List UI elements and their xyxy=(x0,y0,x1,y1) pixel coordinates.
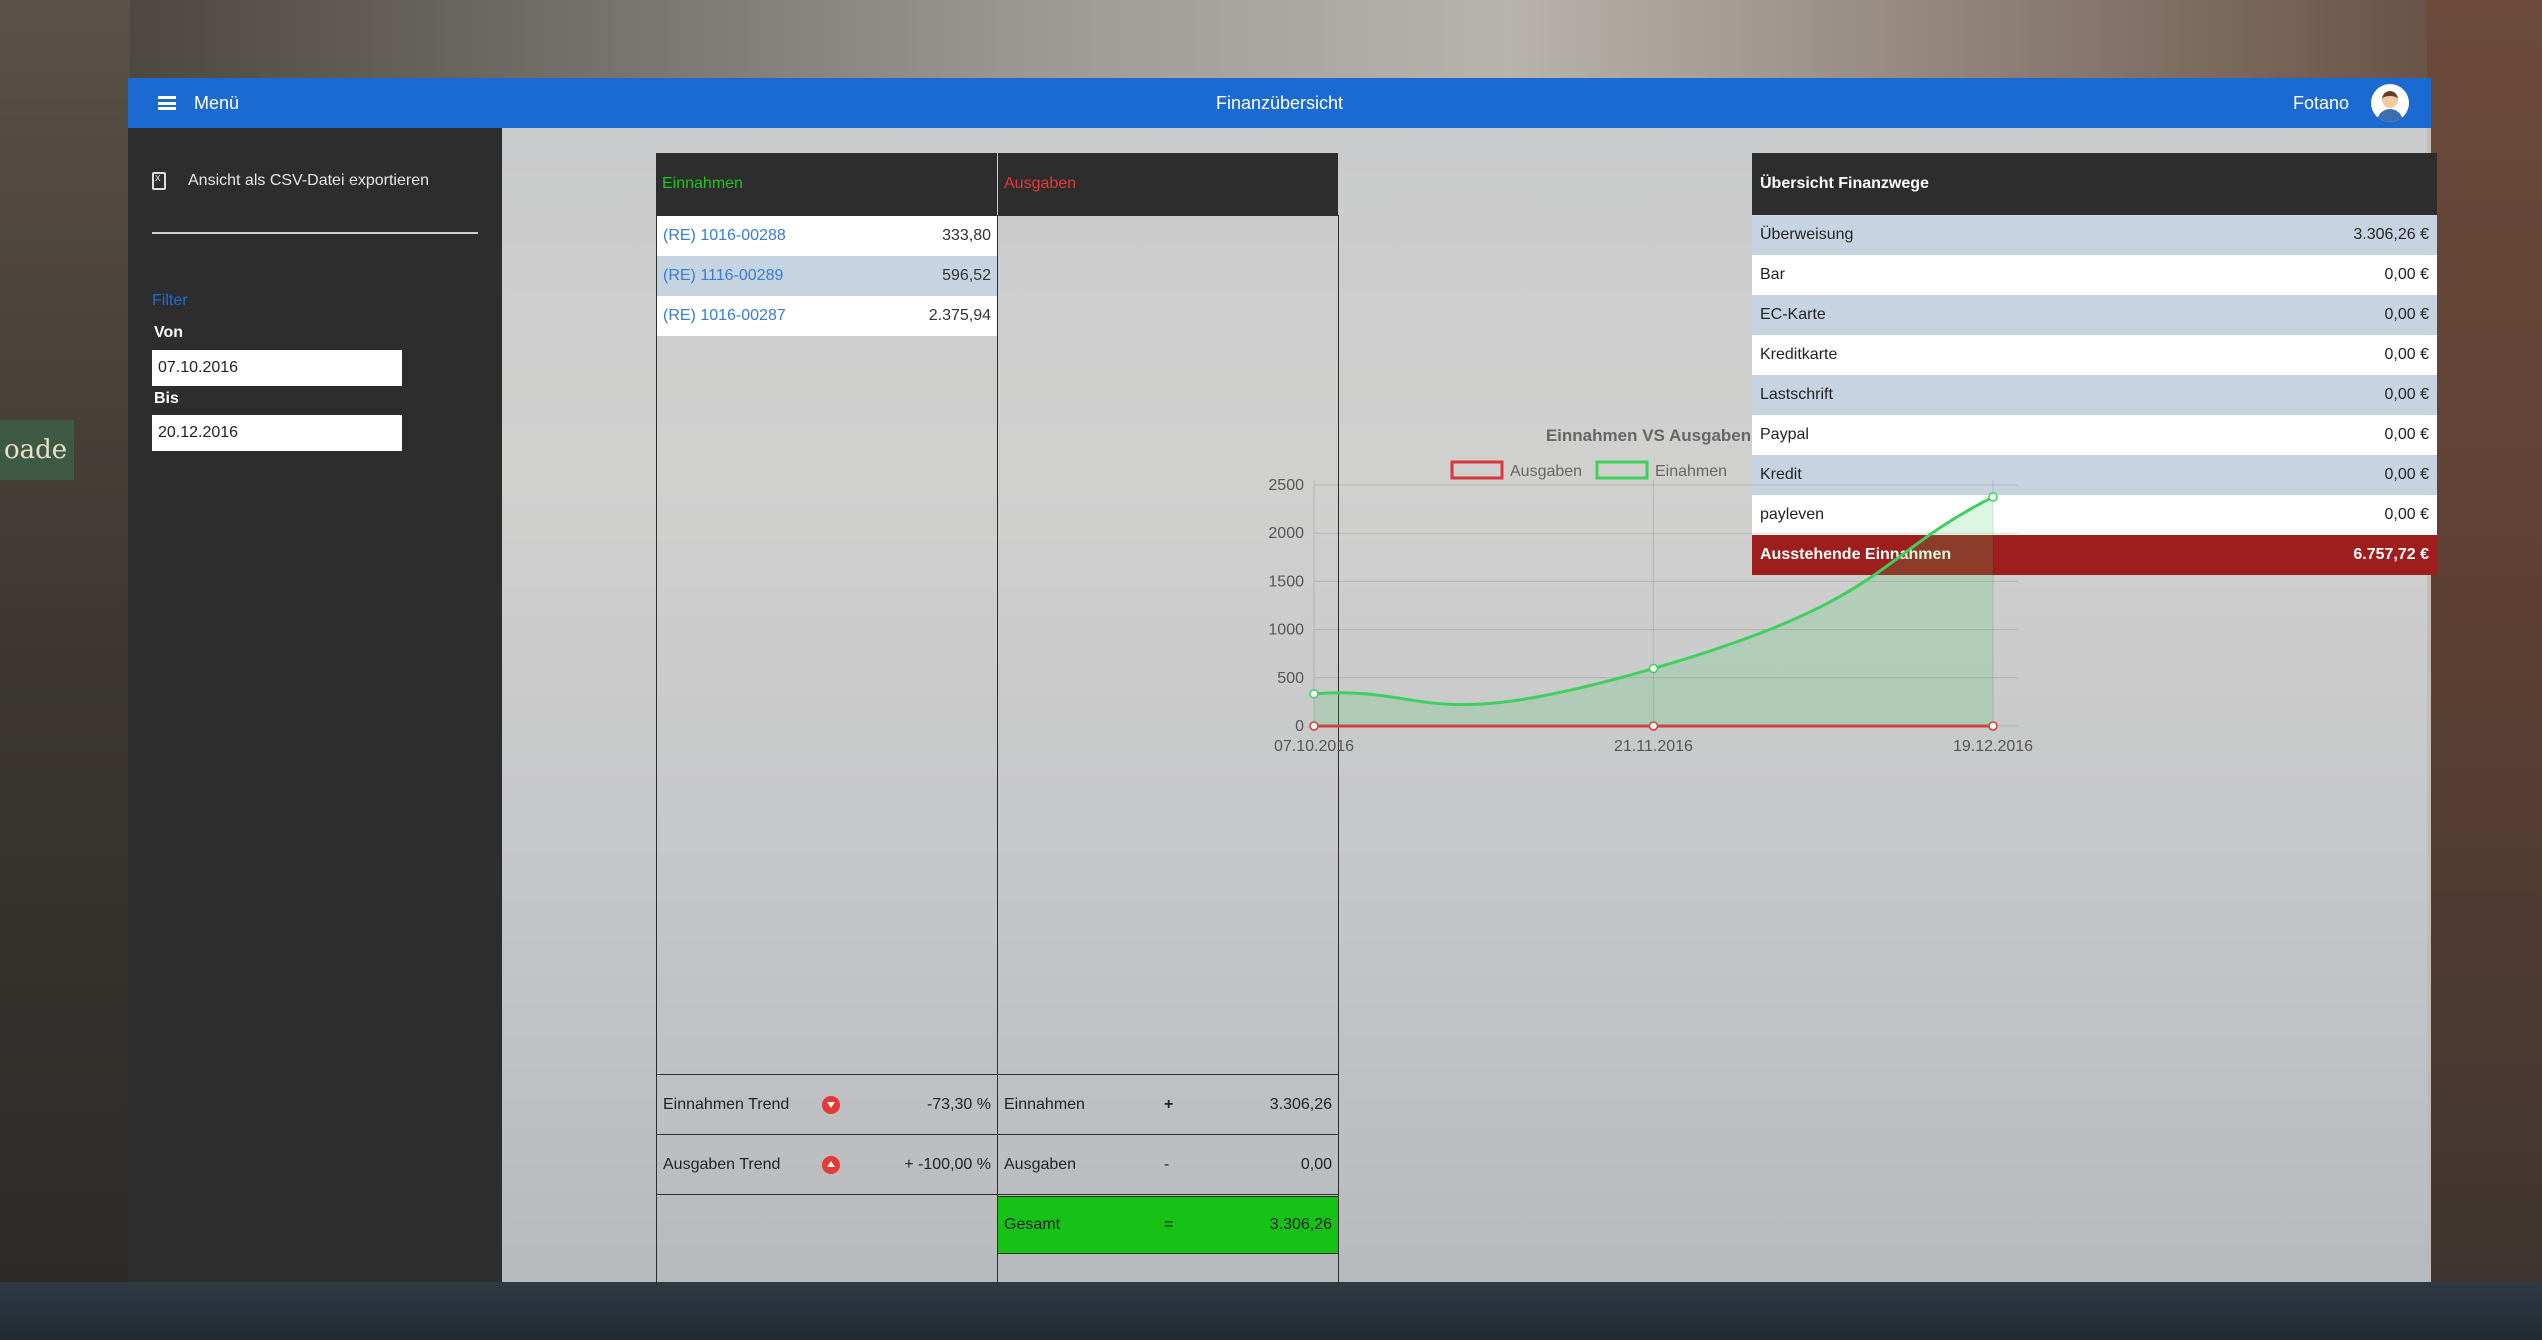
sidebar: Ansicht als CSV-Datei exportieren Filter… xyxy=(128,128,502,1282)
csv-export-label: Ansicht als CSV-Datei exportieren xyxy=(188,172,429,189)
user-name: Fotano xyxy=(2292,92,2349,113)
y-tick-label: 1500 xyxy=(1268,573,1304,590)
file-excel-icon xyxy=(152,172,166,190)
background-shop-sign: oade xyxy=(0,420,74,480)
main-content: Einnahmen Ausgaben (RE) 1016-00288 333,8… xyxy=(502,128,2437,1285)
data-point xyxy=(1309,689,1319,699)
page-title: Finanzübersicht xyxy=(1215,93,1344,113)
x-tick-label: 21.11.2016 xyxy=(1614,738,1693,755)
x-tick-label: 19.12.2016 xyxy=(1953,738,2033,755)
background-left xyxy=(0,0,130,1340)
user-menu[interactable]: Fotano xyxy=(2293,78,2409,128)
legend-swatch xyxy=(1450,460,1504,480)
from-label: Von xyxy=(154,324,184,341)
data-point xyxy=(1648,663,1659,674)
filter-title: Filter xyxy=(152,292,188,309)
background-top xyxy=(130,0,2427,78)
avatar[interactable] xyxy=(2371,84,2409,122)
to-label: Bis xyxy=(154,390,179,407)
legend-label: Ausgaben xyxy=(1510,463,1582,480)
app-window: Menü Finanzübersicht Fotano Ansicht als … xyxy=(128,78,2437,1285)
y-tick-label: 2500 xyxy=(1268,477,1304,494)
data-point xyxy=(1988,492,1998,502)
y-tick-label: 2000 xyxy=(1268,525,1304,542)
legend-label: Einahmen xyxy=(1655,463,1727,480)
from-date-input[interactable] xyxy=(152,350,402,386)
sidebar-divider xyxy=(152,232,478,234)
csv-export-button[interactable]: Ansicht als CSV-Datei exportieren xyxy=(152,172,429,190)
chart-title: Einnahmen VS Ausgaben xyxy=(1546,426,1751,445)
x-tick-label: 07.10.2016 xyxy=(1274,738,1354,755)
y-tick-label: 500 xyxy=(1277,670,1304,687)
to-date-input[interactable] xyxy=(152,415,402,451)
top-bar: Menü Finanzübersicht Fotano xyxy=(128,78,2431,128)
y-tick-label: 1000 xyxy=(1268,622,1304,639)
y-tick-label: 0 xyxy=(1295,718,1304,735)
background-right xyxy=(2427,0,2542,1340)
legend-swatch xyxy=(1595,460,1649,480)
income-expense-chart: 0 500 1000 1500 2000 2500 07.10.2016 21.11.2016… xyxy=(1268,426,2033,755)
background-bottom xyxy=(0,1282,2542,1340)
